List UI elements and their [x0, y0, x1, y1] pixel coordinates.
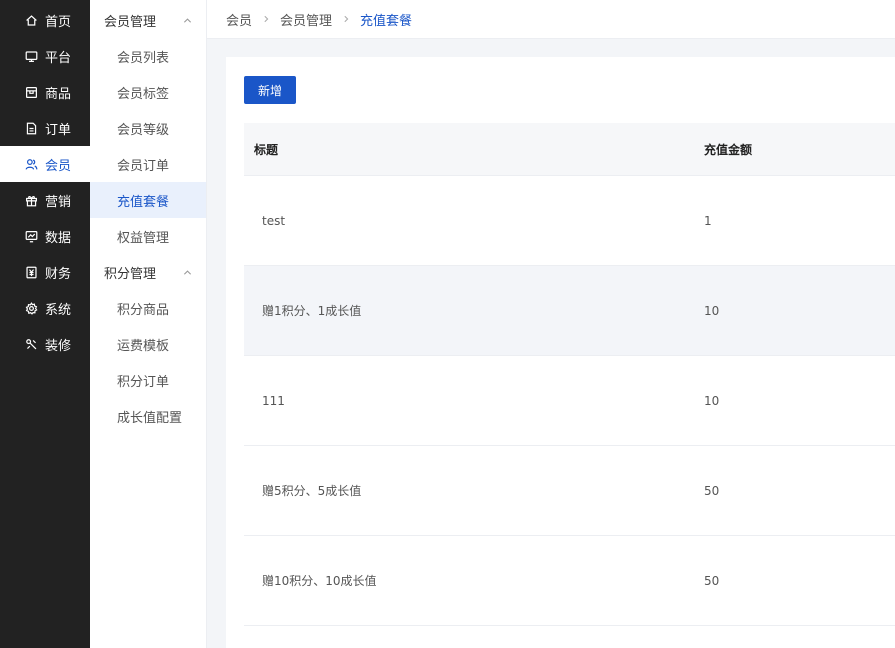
- submenu-item-label: 会员等级: [117, 122, 170, 138]
- gear-icon: [24, 301, 38, 315]
- monitor-icon: [24, 49, 38, 63]
- submenu-group-member-management[interactable]: 会员管理: [90, 2, 206, 38]
- submenu-item-shipping-templates[interactable]: 运费模板: [90, 326, 206, 362]
- breadcrumb-item-member-management[interactable]: 会员管理: [280, 10, 332, 29]
- sidebar-item-system[interactable]: 系统: [0, 290, 90, 326]
- sidebar-item-label: 营销: [45, 194, 72, 210]
- submenu-item-growth-config[interactable]: 成长值配置: [90, 398, 206, 434]
- sidebar-item-label: 会员: [45, 158, 72, 174]
- gift-icon: [24, 193, 38, 207]
- submenu-item-label: 会员订单: [117, 158, 170, 174]
- cell-title: 111: [262, 393, 285, 408]
- submenu-item-member-levels[interactable]: 会员等级: [90, 110, 206, 146]
- document-icon: [24, 121, 38, 135]
- cell-amount: 10: [704, 393, 720, 408]
- submenu-item-label: 成长值配置: [117, 410, 183, 426]
- sidebar-item-goods[interactable]: 商品: [0, 74, 90, 110]
- sidebar-item-label: 平台: [45, 50, 72, 66]
- cell-amount: 1: [704, 213, 712, 228]
- add-button[interactable]: 新增: [244, 76, 296, 104]
- sidebar-item-decoration[interactable]: 装修: [0, 326, 90, 362]
- sidebar-item-label: 装修: [45, 338, 72, 354]
- cell-title: 赠1积分、1成长值: [262, 304, 362, 318]
- sidebar-item-finance[interactable]: 财务: [0, 254, 90, 290]
- home-icon: [24, 13, 38, 27]
- sidebar-item-platform[interactable]: 平台: [0, 38, 90, 74]
- sidebar-item-marketing[interactable]: 营销: [0, 182, 90, 218]
- sidebar-item-label: 订单: [45, 122, 72, 138]
- breadcrumb: 会员 会员管理 充值套餐: [207, 0, 895, 39]
- submenu-item-label: 运费模板: [117, 338, 170, 354]
- sidebar-item-label: 系统: [45, 302, 72, 318]
- content-panel: 新增 标题 充值金额 test 1 赠1积分、1成长值 10 111 10 赠5…: [226, 57, 895, 648]
- cell-title: 赠5积分、5成长值: [262, 484, 362, 498]
- cell-amount: 10: [704, 303, 720, 318]
- submenu-item-points-orders[interactable]: 积分订单: [90, 362, 206, 398]
- table-row[interactable]: 赠5积分、5成长值 50: [244, 446, 895, 536]
- sidebar-item-members[interactable]: 会员: [0, 146, 90, 182]
- chevron-right-icon: [258, 11, 274, 27]
- sidebar-item-label: 商品: [45, 86, 72, 102]
- brush-icon: [24, 337, 38, 351]
- submenu-group-points-management[interactable]: 积分管理: [90, 254, 206, 290]
- cell-amount: 50: [704, 483, 720, 498]
- submenu-item-member-tags[interactable]: 会员标签: [90, 74, 206, 110]
- submenu-group-label: 积分管理: [104, 266, 157, 282]
- submenu-item-label: 会员列表: [117, 50, 170, 66]
- cell-title: test: [262, 213, 286, 228]
- primary-sidebar: 首页 平台 商品 订单 会员 营销 数据 财务 系统 装修: [0, 0, 90, 648]
- column-header-title: 标题: [254, 142, 279, 157]
- cell-amount: 50: [704, 573, 720, 588]
- table-header: 标题 充值金额: [244, 123, 895, 176]
- submenu-item-recharge-packages[interactable]: 充值套餐: [90, 182, 206, 218]
- sidebar-item-label: 财务: [45, 266, 72, 282]
- table-row[interactable]: test 1: [244, 176, 895, 266]
- submenu-group-label: 会员管理: [104, 14, 157, 30]
- recharge-package-table: 标题 充值金额 test 1 赠1积分、1成长值 10 111 10 赠5积分、…: [244, 123, 895, 626]
- submenu-item-benefits[interactable]: 权益管理: [90, 218, 206, 254]
- money-icon: [24, 265, 38, 279]
- breadcrumb-item-members[interactable]: 会员: [226, 10, 252, 29]
- secondary-sidebar: 会员管理 会员列表 会员标签 会员等级 会员订单 充值套餐 权益管理 积分管理 …: [90, 0, 207, 648]
- cell-title: 赠10积分、10成长值: [262, 574, 377, 588]
- chevron-up-icon: [183, 17, 192, 23]
- sidebar-item-data[interactable]: 数据: [0, 218, 90, 254]
- sidebar-item-label: 数据: [45, 230, 72, 246]
- breadcrumb-item-current: 充值套餐: [360, 13, 413, 29]
- submenu-item-label: 积分订单: [117, 374, 170, 390]
- submenu-item-member-orders[interactable]: 会员订单: [90, 146, 206, 182]
- column-header-amount: 充值金额: [704, 142, 753, 157]
- chevron-right-icon: [338, 11, 354, 27]
- chevron-up-icon: [183, 269, 192, 275]
- submenu-item-label: 积分商品: [117, 302, 170, 318]
- users-icon: [24, 157, 38, 171]
- submenu-item-label: 权益管理: [117, 230, 170, 246]
- sidebar-item-orders[interactable]: 订单: [0, 110, 90, 146]
- table-row[interactable]: 赠1积分、1成长值 10: [244, 266, 895, 356]
- sidebar-item-label: 首页: [45, 14, 72, 30]
- sidebar-item-home[interactable]: 首页: [0, 2, 90, 38]
- submenu-item-label: 充值套餐: [117, 194, 170, 210]
- chart-icon: [24, 229, 38, 243]
- table-row[interactable]: 赠10积分、10成长值 50: [244, 536, 895, 626]
- submenu-item-member-list[interactable]: 会员列表: [90, 38, 206, 74]
- submenu-item-label: 会员标签: [117, 86, 170, 102]
- table-row[interactable]: 111 10: [244, 356, 895, 446]
- box-icon: [24, 85, 38, 99]
- submenu-item-points-goods[interactable]: 积分商品: [90, 290, 206, 326]
